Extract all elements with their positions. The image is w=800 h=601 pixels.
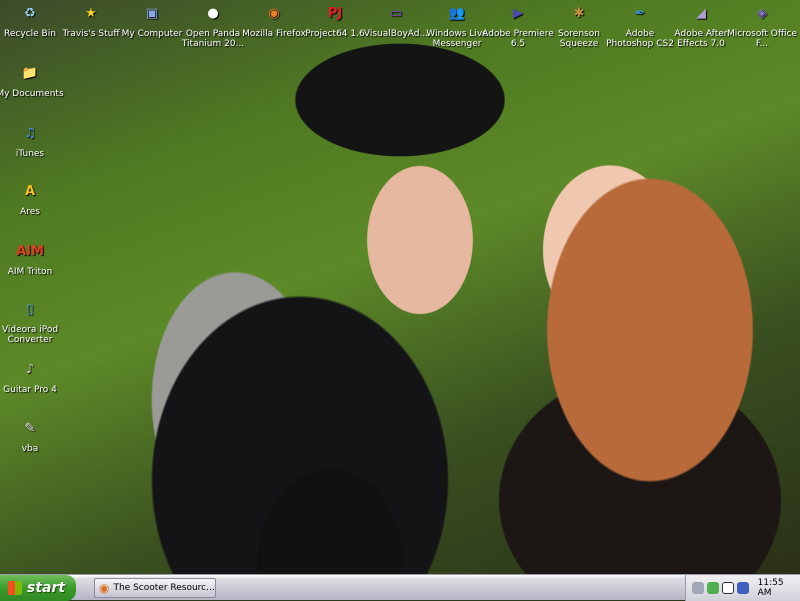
desktop-icon-my-documents[interactable]: 📁 My Documents — [0, 62, 67, 99]
itunes-icon: ♫ — [24, 126, 36, 141]
project64-icon: PJ — [327, 6, 343, 21]
computer-icon: ▣ — [145, 6, 159, 21]
desktop-icon-ares[interactable]: A Ares — [0, 180, 67, 217]
windows-flag-icon — [8, 581, 22, 595]
network-icon[interactable] — [692, 582, 704, 594]
premiere-icon: ▶ — [513, 6, 523, 21]
desktop-icon-microsoft-office-f[interactable]: ◈ Microsoft Office F... — [725, 2, 799, 49]
recycle-bin-icon: ♻ — [24, 6, 36, 21]
system-tray: 11:55 AM — [685, 575, 800, 601]
icon-label: AIM Triton — [7, 267, 53, 277]
photoshop-icon: ✒ — [634, 6, 646, 21]
task-label: The Scooter Resourc... — [113, 583, 215, 593]
panda-icon: ● — [207, 6, 219, 21]
icon-label: Ares — [20, 207, 40, 217]
after-effects-icon: ◢ — [696, 6, 706, 21]
icon-label: Videora iPod Converter — [1, 325, 59, 345]
clock[interactable]: 11:55 AM — [758, 578, 800, 598]
desktop-icon-vba[interactable]: ✎ vba — [0, 417, 67, 454]
aim-icon: AIM — [16, 244, 44, 259]
messenger-icon: 👥 — [448, 6, 466, 21]
icon-label: iTunes — [15, 149, 45, 159]
messenger-tray-icon[interactable] — [706, 582, 719, 594]
start-button[interactable]: start — [0, 575, 76, 601]
desktop-icon-videora-ipod-converter[interactable]: ▯ Videora iPod Converter — [0, 298, 67, 345]
guitar-pro-icon: ♪ — [25, 362, 35, 377]
star-icon: ★ — [85, 6, 97, 21]
desktop-icon-aim-triton[interactable]: AIM AIM Triton — [0, 240, 67, 277]
panda-tray-icon[interactable] — [721, 582, 734, 594]
icon-label: vba — [21, 444, 39, 454]
ares-icon: A — [24, 184, 36, 199]
document-icon: ✎ — [24, 421, 36, 436]
desktop-wallpaper — [0, 0, 800, 574]
firefox-icon: ◉ — [268, 6, 280, 21]
videora-icon: ▯ — [26, 302, 34, 317]
monitor-tray-icon[interactable] — [736, 582, 749, 594]
folder-icon: 📁 — [21, 66, 39, 81]
firefox-icon: ◉ — [99, 581, 110, 595]
icon-label: Microsoft Office F... — [726, 29, 798, 49]
desktop-icon-guitar-pro-4[interactable]: ♪ Guitar Pro 4 — [0, 358, 67, 395]
desktop-icon-itunes[interactable]: ♫ iTunes — [0, 122, 67, 159]
taskbar: start ◉ The Scooter Resourc... 11:55 AM — [0, 574, 800, 601]
office-icon: ◈ — [757, 6, 767, 21]
squeeze-icon: ✱ — [573, 6, 585, 21]
gameboy-icon: ▭ — [389, 6, 403, 21]
icon-label: Guitar Pro 4 — [3, 385, 57, 395]
icon-label: My Documents — [0, 89, 64, 99]
taskbar-button-firefox[interactable]: ◉ The Scooter Resourc... — [94, 578, 216, 598]
start-label: start — [27, 580, 66, 596]
